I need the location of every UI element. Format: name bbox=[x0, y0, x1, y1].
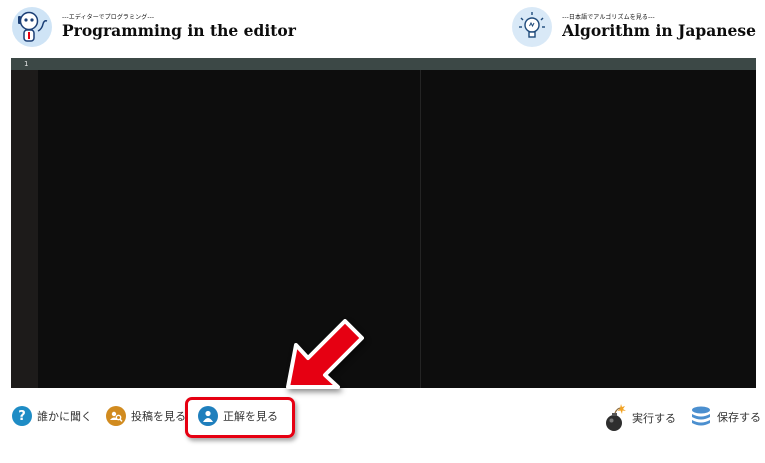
search-people-icon bbox=[106, 406, 126, 426]
programming-header[interactable]: ---エディターでプログラミング--- Programming in the e… bbox=[12, 7, 296, 47]
algorithm-header[interactable]: ---日本語でアルゴリズムを見る--- Algorithm in Japanes… bbox=[512, 7, 756, 47]
editor-gutter bbox=[11, 70, 38, 388]
save-button[interactable]: 保存する bbox=[690, 405, 761, 429]
view-posts-button[interactable]: 投稿を見る bbox=[106, 406, 186, 426]
left-title: Programming in the editor bbox=[62, 21, 296, 40]
line-number: 1 bbox=[24, 60, 29, 68]
run-label: 実行する bbox=[632, 412, 676, 425]
ask-someone-button[interactable]: ? 誰かに聞く bbox=[12, 406, 92, 426]
robot-mascot-icon bbox=[12, 7, 52, 47]
code-editor[interactable]: 1 bbox=[11, 58, 756, 388]
question-icon: ? bbox=[12, 406, 32, 426]
posts-label: 投稿を見る bbox=[131, 410, 186, 423]
ask-label: 誰かに聞く bbox=[37, 410, 92, 423]
editor-active-line: 1 bbox=[11, 58, 756, 70]
bomb-icon bbox=[603, 403, 627, 433]
red-arrow-annotation bbox=[278, 309, 378, 409]
header: ---エディターでプログラミング--- Programming in the e… bbox=[0, 0, 765, 58]
database-icon bbox=[690, 405, 712, 429]
print-margin-line bbox=[420, 70, 421, 388]
run-button[interactable]: 実行する bbox=[603, 403, 676, 433]
lightbulb-icon bbox=[512, 7, 553, 47]
save-label: 保存する bbox=[717, 411, 761, 424]
right-title: Algorithm in Japanese bbox=[562, 21, 756, 40]
